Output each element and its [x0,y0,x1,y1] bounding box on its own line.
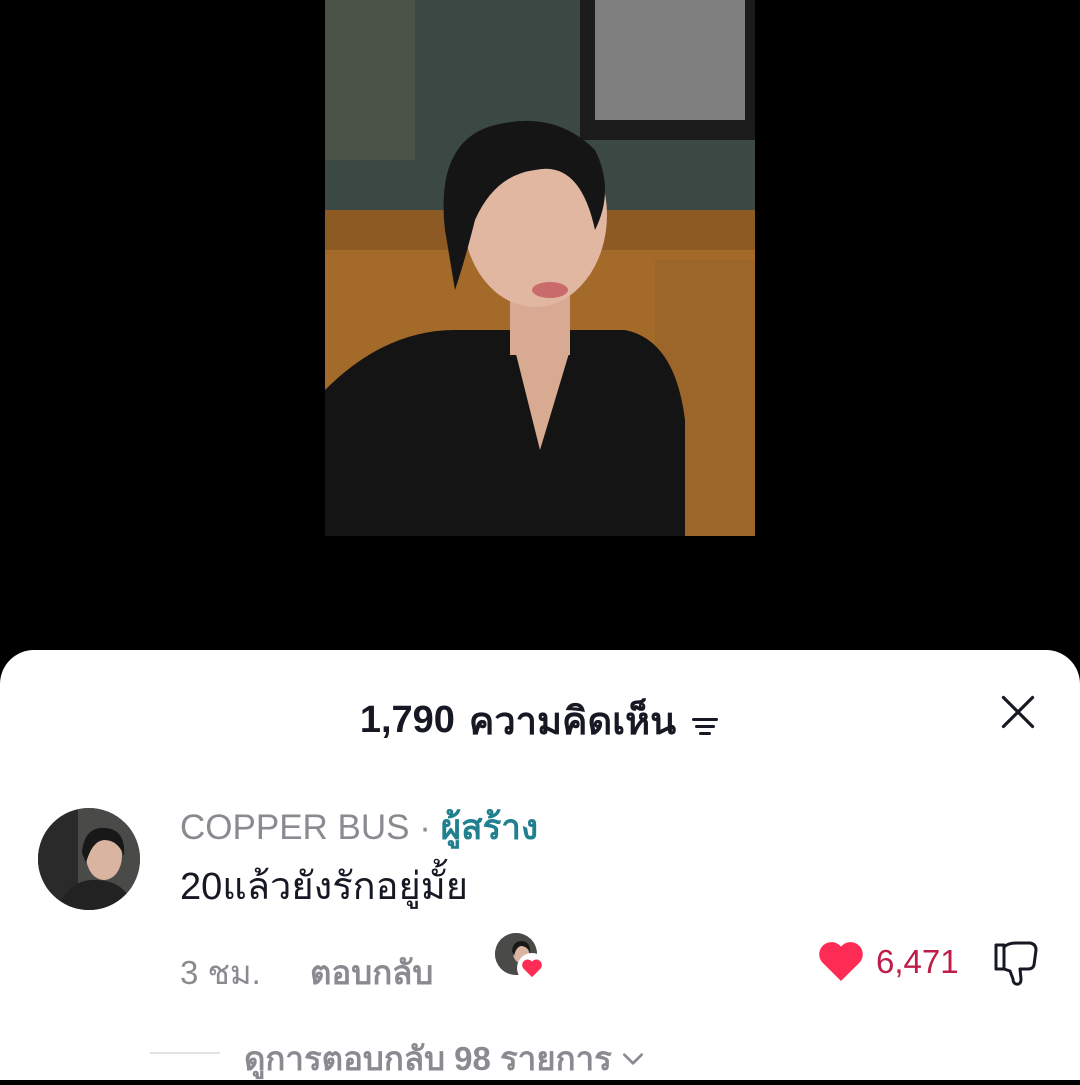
video-frame[interactable] [325,0,755,536]
comment-username[interactable]: COPPER BUS [180,808,410,847]
view-replies-row: ดูการตอบกลับ 98 รายการ [150,1032,750,1077]
comment-count: 1,790 [359,699,455,741]
avatar[interactable] [38,808,140,910]
video-image [325,0,755,536]
username-separator: · [419,808,431,847]
view-replies-label: ดูการตอบกลับ 98 รายการ [244,1040,612,1077]
comments-title: 1,790 ความคิดเห็น [0,690,1080,751]
chevron-down-icon [622,1052,643,1065]
comments-label: ความคิดเห็น [468,701,677,743]
comments-sheet: 1,790 ความคิดเห็น COPPER BUS · ผู้สร้าง … [0,650,1080,1080]
comment-item: COPPER BUS · ผู้สร้าง 20แล้วยังรักอยู่มั… [0,800,1080,991]
filter-icon[interactable] [690,707,720,735]
comment-username-row: COPPER BUS · ผู้สร้าง [180,800,538,855]
comment-text: 20แล้วยังรักอยู่มั้ย [180,866,469,908]
like-button[interactable]: 6,471 [818,940,959,982]
heart-icon [819,942,863,982]
creator-badge: ผู้สร้าง [440,808,539,847]
replies-divider [150,1052,220,1054]
heart-icon [517,953,547,983]
dislike-button[interactable] [990,937,1042,989]
close-icon [1001,695,1035,729]
dislike-icon [994,941,1038,986]
video-background[interactable] [0,0,1080,680]
comments-header: 1,790 ความคิดเห็น [0,650,1080,770]
reply-button[interactable]: ตอบกลับ [310,946,433,999]
like-count: 6,471 [876,943,959,980]
creator-liked-badge [495,933,551,983]
close-button[interactable] [996,690,1040,734]
view-replies-button[interactable]: ดูการตอบกลับ 98 รายการ [244,1032,646,1085]
comment-time: 3 ชม. [180,954,261,991]
comment-meta-row: 3 ชม. ตอบกลับ 6,471 [180,933,1060,991]
